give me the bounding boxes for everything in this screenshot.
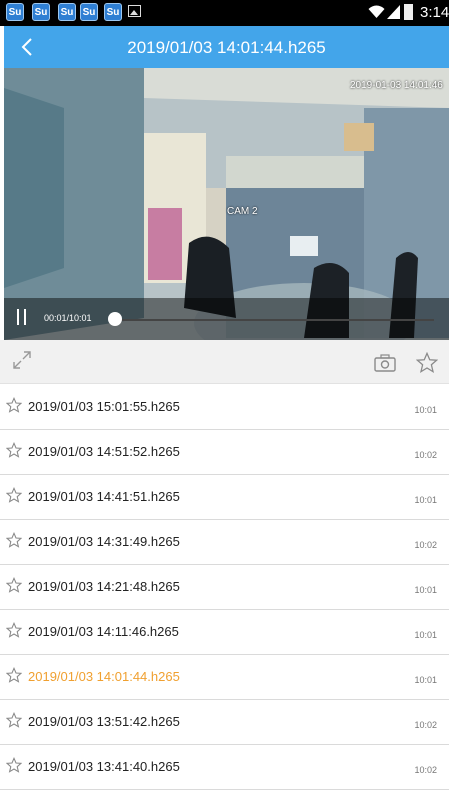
status-bar: Su Su Su Su Su 3:14	[0, 0, 449, 26]
recording-duration: 10:01	[414, 675, 437, 685]
app-notification-icon: Su	[58, 3, 76, 21]
recording-duration: 10:02	[414, 765, 437, 775]
recording-filename: 2019/01/03 15:01:55.h265	[28, 399, 180, 414]
list-item[interactable]: 2019/01/03 14:21:48.h265 10:01	[0, 565, 449, 610]
recording-list: 2019/01/03 15:01:55.h265 10:01 2019/01/03 …	[0, 385, 449, 790]
recording-duration: 10:01	[414, 630, 437, 640]
recording-duration: 10:01	[414, 405, 437, 415]
list-item[interactable]: 2019/01/03 14:41:51.h265 10:01	[0, 475, 449, 520]
pause-button[interactable]	[14, 309, 30, 327]
app-notification-icon: Su	[6, 3, 24, 21]
recording-filename: 2019/01/03 13:41:40.h265	[28, 759, 180, 774]
recording-duration: 10:02	[414, 540, 437, 550]
recording-duration: 10:02	[414, 720, 437, 730]
favorite-star-icon[interactable]	[6, 577, 22, 593]
list-item[interactable]: 2019/01/03 14:31:49.h265 10:02	[0, 520, 449, 565]
seek-handle[interactable]	[108, 312, 122, 326]
signal-icon	[387, 5, 400, 19]
favorite-star-icon[interactable]	[6, 757, 22, 773]
video-player[interactable]: 2019-01-03 14:01:46 CAM 2 00:01/10:01	[4, 68, 449, 340]
app-notification-icon: Su	[80, 3, 98, 21]
gallery-icon	[128, 5, 141, 17]
recording-filename: 2019/01/03 14:31:49.h265	[28, 534, 180, 549]
list-item[interactable]: 2019/01/03 14:11:46.h265 10:01	[0, 610, 449, 655]
recording-filename: 2019/01/03 14:41:51.h265	[28, 489, 180, 504]
recording-filename: 2019/01/03 14:21:48.h265	[28, 579, 180, 594]
list-item[interactable]: 2019/01/03 13:41:40.h265 10:02	[0, 745, 449, 790]
recording-filename: 2019/01/03 14:11:46.h265	[28, 624, 179, 639]
recording-filename: 2019/01/03 14:01:44.h265	[28, 669, 180, 684]
camera-icon[interactable]	[374, 354, 396, 372]
recording-duration: 10:01	[414, 495, 437, 505]
list-item[interactable]: 2019/01/03 14:01:44.h265 10:01	[0, 655, 449, 700]
wifi-icon	[368, 5, 385, 18]
favorite-star-icon[interactable]	[6, 397, 22, 413]
favorite-star-icon[interactable]	[6, 712, 22, 728]
app-header: 2019/01/03 14:01:44.h265	[4, 26, 449, 68]
seek-bar[interactable]	[114, 319, 434, 321]
player-controls: 00:01/10:01	[4, 298, 449, 340]
list-item[interactable]: 2019/01/03 13:51:42.h265 10:02	[0, 700, 449, 745]
status-time: 3:14	[420, 4, 449, 21]
favorite-star-icon[interactable]	[6, 442, 22, 458]
app-notification-icon: Su	[104, 3, 122, 21]
recording-filename: 2019/01/03 13:51:42.h265	[28, 714, 180, 729]
list-item[interactable]: 2019/01/03 15:01:55.h265 10:01	[0, 385, 449, 430]
camera-label: CAM 2	[227, 206, 258, 217]
recording-duration: 10:02	[414, 450, 437, 460]
playback-time: 00:01/10:01	[44, 313, 92, 323]
star-icon[interactable]	[416, 352, 438, 373]
recording-duration: 10:01	[414, 585, 437, 595]
recording-filename: 2019/01/03 14:51:52.h265	[28, 444, 180, 459]
favorite-star-icon[interactable]	[6, 532, 22, 548]
battery-icon	[404, 4, 413, 20]
favorite-star-icon[interactable]	[6, 622, 22, 638]
playback-toolbar	[0, 340, 449, 384]
favorite-star-icon[interactable]	[6, 487, 22, 503]
video-timestamp: 2019-01-03 14:01:46	[350, 80, 443, 91]
list-item[interactable]: 2019/01/03 14:51:52.h265 10:02	[0, 430, 449, 475]
app-notification-icon: Su	[32, 3, 50, 21]
expand-icon[interactable]	[12, 350, 32, 370]
favorite-star-icon[interactable]	[6, 667, 22, 683]
page-title: 2019/01/03 14:01:44.h265	[127, 38, 326, 57]
